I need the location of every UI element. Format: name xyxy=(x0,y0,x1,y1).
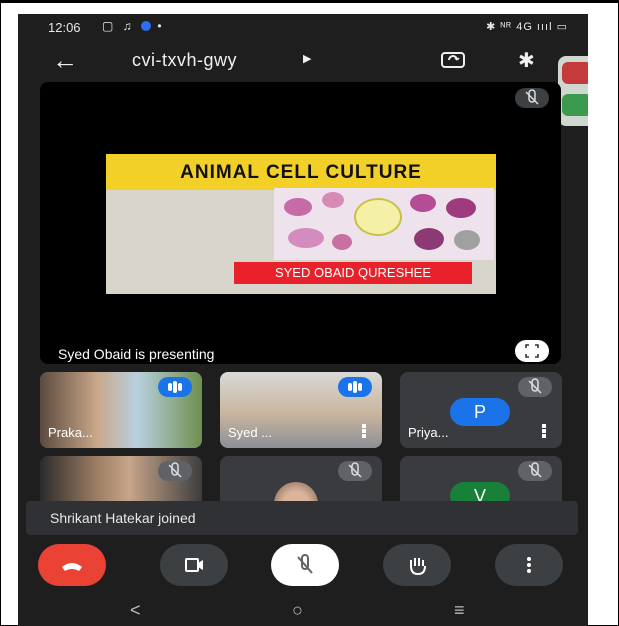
switch-camera-icon[interactable] xyxy=(441,50,465,68)
phone-screen: 12:06 ▢ ♫ • ✱ ᴺᴿ 4G ıııl ▭ ← cvi-txvh-gw… xyxy=(18,14,588,626)
presentation-tile[interactable]: ANIMAL CELL CULTURE SYED OBAID QURESHEE … xyxy=(40,82,561,364)
participant-name: Praka... xyxy=(48,425,93,440)
fullscreen-button[interactable] xyxy=(515,340,549,362)
clock: 12:06 xyxy=(48,20,81,35)
phone-hangup-icon xyxy=(62,563,82,571)
meeting-code[interactable]: cvi-txvh-gwy xyxy=(132,50,237,71)
call-controls xyxy=(18,544,588,596)
mic-off-icon xyxy=(297,554,313,574)
participant-tile[interactable]: P Priya... xyxy=(400,372,562,448)
more-options-icon[interactable] xyxy=(362,424,366,438)
signal-icons: ✱ ᴺᴿ 4G ıııl ▭ xyxy=(486,21,568,33)
mic-toggle-button[interactable] xyxy=(271,544,339,586)
bluetooth-audio-icon[interactable]: ✱ xyxy=(518,48,535,73)
participant-tile[interactable]: Praka... xyxy=(40,372,202,448)
end-call-button[interactable] xyxy=(38,544,106,586)
camera-toggle-button[interactable] xyxy=(160,544,228,586)
participant-tile[interactable]: Syed ... xyxy=(220,372,382,448)
shared-slide: ANIMAL CELL CULTURE SYED OBAID QURESHEE xyxy=(106,154,496,294)
participant-name: Priya... xyxy=(408,425,449,440)
nav-back-icon[interactable]: < xyxy=(130,600,141,621)
presenting-label: Syed Obaid is presenting xyxy=(58,346,215,362)
app-notification-icon xyxy=(141,21,152,31)
more-options-button[interactable] xyxy=(495,544,563,586)
mic-off-icon xyxy=(518,377,552,397)
meeting-info-arrow-icon[interactable]: ▶ xyxy=(303,52,311,65)
slide-title: ANIMAL CELL CULTURE xyxy=(180,162,422,183)
android-nav-bar: < ○ ≡ xyxy=(18,598,588,626)
join-toast: Shrikant Hatekar joined xyxy=(26,501,578,535)
pip-red-button[interactable] xyxy=(562,62,588,84)
participant-avatar: P xyxy=(450,398,510,426)
video-camera-icon xyxy=(185,558,203,572)
speaking-indicator-icon xyxy=(338,377,372,397)
more-vert-icon xyxy=(527,557,531,573)
mic-off-icon xyxy=(338,461,372,481)
nav-recents-icon[interactable]: ≡ xyxy=(454,600,465,621)
more-options-icon[interactable] xyxy=(542,424,546,438)
nav-home-icon[interactable]: ○ xyxy=(292,600,303,621)
fullscreen-icon xyxy=(525,344,539,358)
mic-off-icon xyxy=(518,461,552,481)
meeting-topbar: ← cvi-txvh-gwy ▶ ✱ xyxy=(18,44,588,80)
pip-overlay[interactable] xyxy=(558,56,588,126)
pip-green-button[interactable] xyxy=(562,94,588,116)
top-border xyxy=(0,0,619,3)
toast-text: Shrikant Hatekar joined xyxy=(50,510,196,526)
mic-off-icon xyxy=(158,461,192,481)
back-arrow-icon[interactable]: ← xyxy=(52,44,78,76)
raise-hand-icon xyxy=(410,558,426,576)
speaking-indicator-icon xyxy=(158,377,192,397)
raise-hand-button[interactable] xyxy=(383,544,451,586)
mic-off-icon xyxy=(515,88,549,108)
slide-cell-diagram xyxy=(274,188,494,260)
slide-presenter-name: SYED OBAID QURESHEE xyxy=(234,262,472,284)
status-bar: 12:06 ▢ ♫ • ✱ ᴺᴿ 4G ıııl ▭ xyxy=(18,14,588,40)
participant-name: Syed ... xyxy=(228,425,273,440)
notification-icons: ▢ ♫ • xyxy=(102,19,165,33)
